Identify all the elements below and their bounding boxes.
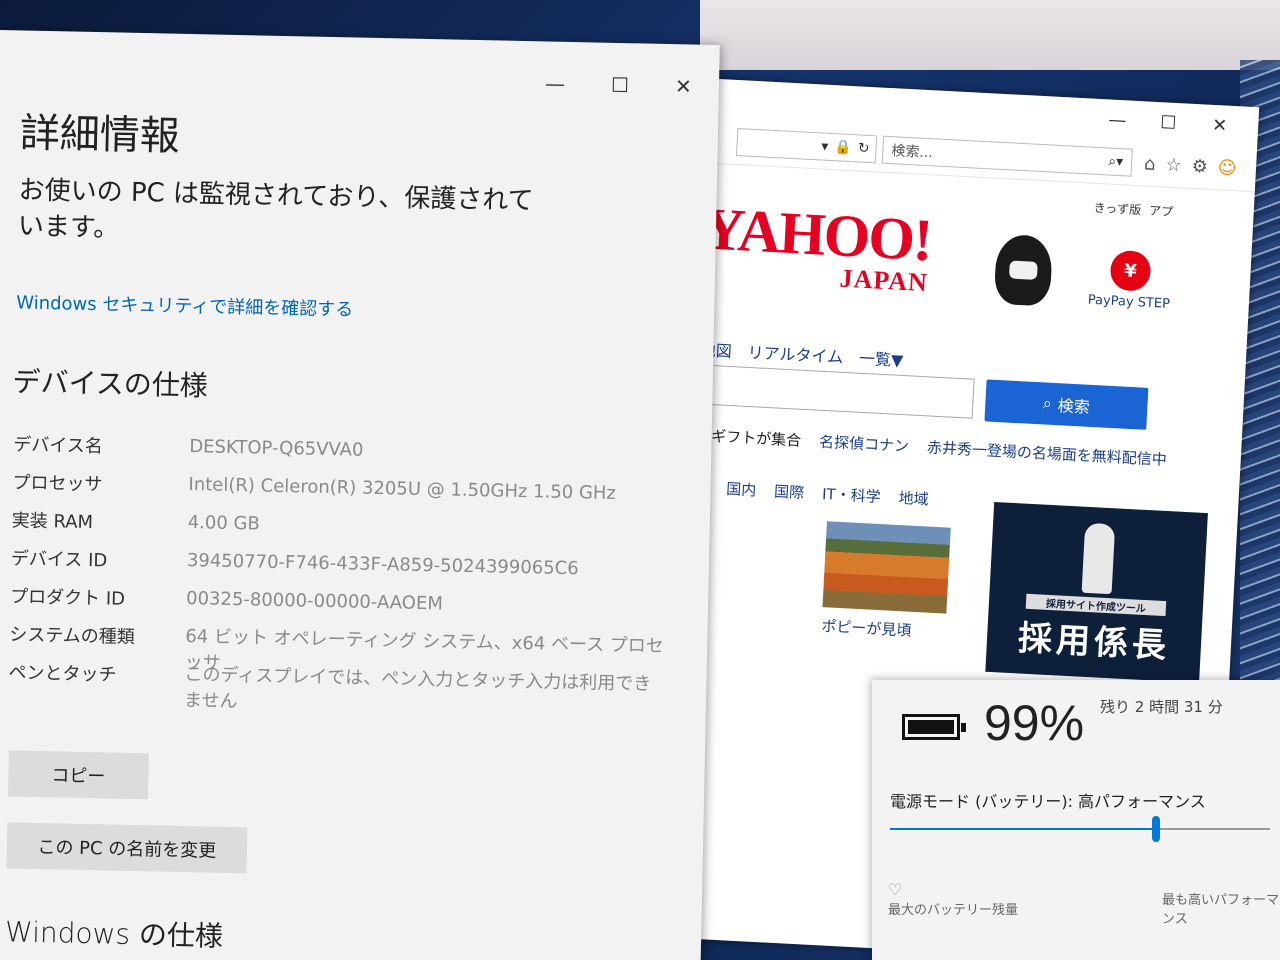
ad-character-figure <box>1081 522 1116 595</box>
device-spec-heading: デバイスの仕様 <box>12 365 209 403</box>
slider-left-label: 最大のバッテリー残量 <box>888 903 1019 918</box>
ad-banner[interactable]: 採用サイト作成ツール 採用係長 <box>985 501 1208 683</box>
yahoo-search-button[interactable]: ⌕ 検索 <box>984 379 1149 430</box>
refresh-icon[interactable]: ↻ <box>857 140 870 157</box>
tab-domestic[interactable]: 国内 <box>726 478 757 501</box>
yahoo-logo-japan: JAPAN <box>838 263 929 298</box>
battery-remaining: 残り 2 時間 31 分 <box>1100 698 1223 716</box>
search-icon[interactable]: ⌕▾ <box>1108 153 1124 170</box>
news-ticker: り日ギフトが集合 名探偵コナン 赤井秀一登場の名場面を無料配信中 <box>681 424 1221 473</box>
yahoo-search-input[interactable] <box>692 364 975 419</box>
minimize-icon[interactable]: — <box>545 71 565 95</box>
protection-status: お使いの PC は監視されており、保護されています。 <box>17 175 534 244</box>
search-icon: ⌕ <box>1042 393 1053 413</box>
settings-window: — ☐ ✕ 詳細情報 お使いの PC は監視されており、保護されています。 Wi… <box>0 30 720 960</box>
windows-spec-heading: Windows の仕様 <box>4 915 224 953</box>
browser-toolbar: ⌂ ☆ ⚙ ☺ <box>1144 153 1237 179</box>
paypay-coin-icon: ¥ <box>1109 249 1152 292</box>
spec-label: システムの種類 <box>9 624 135 648</box>
tab-international[interactable]: 国際 <box>774 480 805 503</box>
paypay-label: PayPay STEP <box>1087 292 1171 312</box>
rename-pc-button[interactable]: この PC の名前を変更 <box>6 822 248 874</box>
nav-list[interactable]: 一覧▼ <box>859 345 905 371</box>
home-icon[interactable]: ⌂ <box>1144 153 1157 175</box>
ad-title: 採用係長 <box>1017 618 1171 667</box>
search-placeholder: 検索... <box>891 143 934 162</box>
performance-icon: ϟ <box>1162 870 1280 889</box>
dropdown-arrow-icon[interactable]: ▾ <box>821 138 829 154</box>
battery-flyout: 99% 残り 2 時間 31 分 電源モード (バッテリー): 高パフォーマンス… <box>872 680 1280 960</box>
spec-label: デバイス名 <box>13 434 103 458</box>
spec-label: ペンとタッチ <box>8 662 117 686</box>
gear-icon[interactable]: ⚙ <box>1191 156 1208 178</box>
yahoo-logo[interactable]: YAHOO! <box>700 195 932 273</box>
spec-label: デバイス ID <box>10 548 108 572</box>
lock-icon: 🔒 <box>833 139 853 157</box>
device-spec-table: デバイス名 DESKTOP-Q65VVA0 プロセッサ Intel(R) Cel… <box>8 430 674 736</box>
close-icon[interactable]: ✕ <box>1212 115 1228 137</box>
spec-row: ペンとタッチ このディスプレイでは、ペン入力とタッチ入力は利用できません <box>8 658 669 736</box>
spec-label: プロセッサ <box>12 472 103 496</box>
tab-local[interactable]: 地域 <box>898 487 929 510</box>
power-mode-label: 電源モード (バッテリー): 高パフォーマンス <box>890 792 1206 811</box>
nav-realtime[interactable]: リアルタイム <box>747 339 844 368</box>
paypay-step-link[interactable]: ¥ PayPay STEP <box>1079 248 1182 312</box>
browser-search-box[interactable]: 検索... ⌕▾ <box>881 135 1133 177</box>
photo-caption[interactable]: ポピーが見頃 <box>821 615 912 641</box>
maximize-icon[interactable]: ☐ <box>1160 112 1177 134</box>
feedback-smiley-icon[interactable]: ☺ <box>1217 157 1237 179</box>
battery-saver-icon: ♡ <box>888 880 903 899</box>
page-title: 詳細情報 <box>19 110 181 160</box>
close-icon[interactable]: ✕ <box>675 74 692 98</box>
poppy-photo[interactable] <box>822 521 951 614</box>
spec-label: プロダクト ID <box>9 586 126 610</box>
slider-right-label: 最も高いパフォーマンス <box>1162 893 1280 927</box>
power-mode-slider[interactable] <box>890 816 1270 842</box>
slider-fill <box>890 828 1156 830</box>
slider-right-end: ϟ 最も高いパフォーマンス <box>1162 870 1280 927</box>
address-bar[interactable]: ▾ 🔒 ↻ <box>735 128 878 164</box>
slider-left-end: ♡ 最大のバッテリー残量 <box>888 880 1018 918</box>
battery-icon <box>902 714 966 740</box>
ticker-item[interactable]: 名探偵コナン <box>819 431 910 457</box>
battery-percent: 99% <box>984 695 1085 751</box>
copy-button[interactable]: コピー <box>7 750 149 800</box>
security-details-link[interactable]: Windows セキュリティで詳細を確認する <box>16 288 353 321</box>
slider-thumb[interactable] <box>1152 816 1160 842</box>
mascot-icon[interactable] <box>993 233 1054 307</box>
search-button-label: 検索 <box>1057 396 1091 417</box>
minimize-icon[interactable]: — <box>1108 109 1127 131</box>
spec-label: 実装 RAM <box>11 510 94 534</box>
kids-link[interactable]: きっず版 <box>1093 199 1141 218</box>
battery-level-fill <box>908 720 954 734</box>
favorites-star-icon[interactable]: ☆ <box>1165 154 1182 176</box>
ticker-item[interactable]: 赤井秀一登場の名場面を無料配信中 <box>926 436 1168 470</box>
app-link[interactable]: アプ <box>1149 202 1174 220</box>
maximize-icon[interactable]: ☐ <box>611 73 629 97</box>
spec-value: このディスプレイでは、ペン入力とタッチ入力は利用できません <box>183 664 652 713</box>
yahoo-top-links: きっず版 アプ <box>1093 199 1173 220</box>
wall-background <box>700 0 1280 70</box>
news-categories: ーツ 国内 国際 IT・科学 地域 <box>678 475 929 509</box>
tab-it-science[interactable]: IT・科学 <box>822 483 882 507</box>
